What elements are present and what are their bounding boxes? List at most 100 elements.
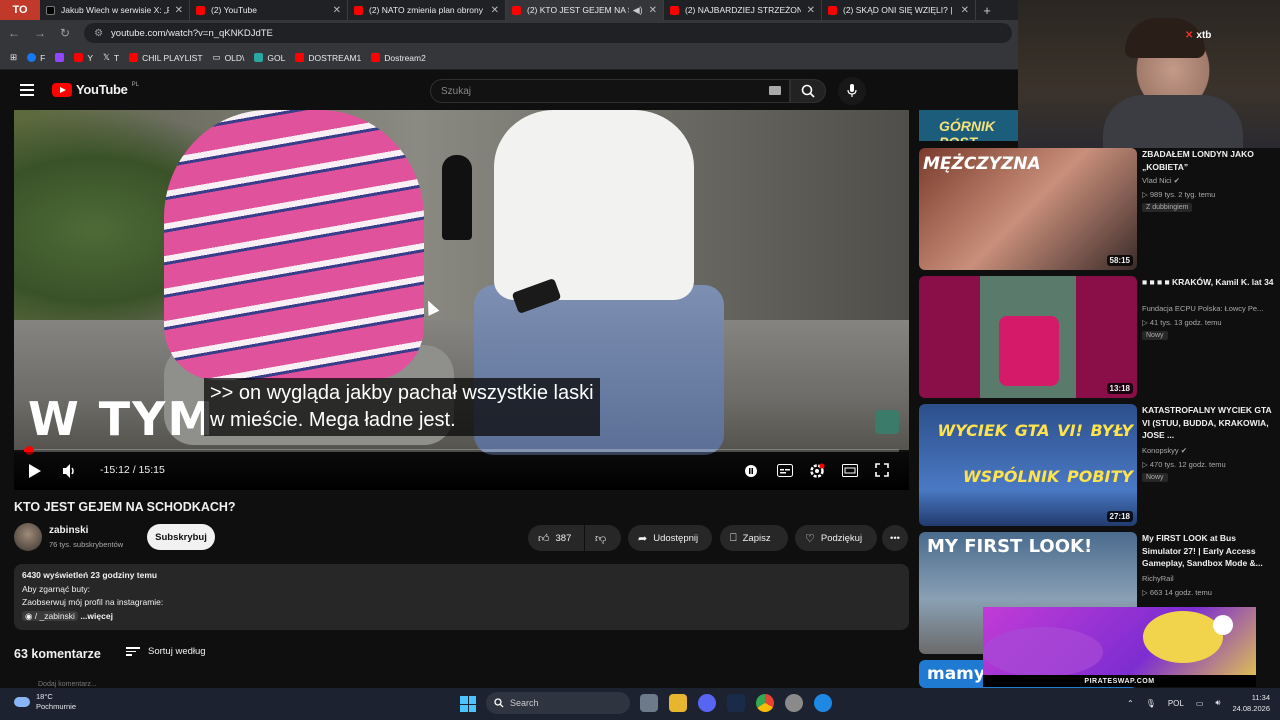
browser-tab[interactable]: (2) NATO zmienia plan obrony ✕ — [348, 0, 506, 20]
taskbar-search[interactable]: Search — [486, 692, 630, 714]
share-button[interactable]: ➦ Udostępnij — [628, 525, 712, 551]
close-tab-icon[interactable]: ✕ — [649, 5, 657, 16]
close-tab-icon[interactable]: ✕ — [807, 5, 815, 16]
autoplay-toggle-icon[interactable] — [744, 464, 758, 478]
browser-tab[interactable]: (2) YouTube ✕ — [190, 0, 348, 20]
browser-tab[interactable]: Jakub Wiech w serwisie X: „Prz ✕ — [40, 0, 190, 20]
bookmark-gol[interactable]: GOL — [254, 53, 285, 63]
reload-icon[interactable]: ↻ — [60, 26, 70, 40]
bookmark-chil-playlist[interactable]: CHIL PLAYLIST — [129, 53, 203, 63]
file-explorer-icon[interactable] — [669, 694, 687, 712]
video-player[interactable]: W TYM >> on wygląda jakby pachał wszystk… — [14, 110, 909, 490]
channel-avatar[interactable] — [14, 523, 42, 551]
search-input[interactable]: Szukaj — [430, 79, 790, 103]
add-comment-input[interactable]: Dodaj komentarz... — [38, 681, 97, 688]
sort-comments-button[interactable]: Sortuj według — [126, 646, 206, 657]
x-icon: 𝕏 — [103, 52, 110, 62]
bookmark-facebook[interactable]: F — [27, 53, 45, 63]
weather-widget[interactable]: 18°C Pochmurnie — [14, 692, 76, 712]
bookmark-dostream2[interactable]: Dostream2 — [371, 53, 426, 63]
subscribe-button[interactable]: Subskrybuj — [147, 524, 215, 550]
browser-tab[interactable]: (2) NAJBARDZIEJ STRZEŻONY ✕ — [664, 0, 822, 20]
youtube-logo[interactable]: YouTube PL — [52, 82, 139, 97]
search-icon — [801, 84, 815, 98]
recommendation-item[interactable]: 13:18 ■ ■ ■ ■ KRAKÓW, Kamil K. lat 34 Fu… — [919, 276, 1280, 400]
save-button[interactable]: ⎕ Zapisz — [720, 525, 788, 551]
time-display: -15:12 / 15:15 — [100, 464, 165, 476]
spark-app-icon[interactable] — [727, 694, 745, 712]
chrome-icon[interactable] — [756, 694, 774, 712]
hamburger-menu-icon[interactable] — [20, 84, 34, 96]
recommendation-item[interactable]: MĘŻCZYZNA 58:15 ZBADAŁEM LONDYN JAKO „KO… — [919, 148, 1280, 272]
back-icon[interactable]: ← — [8, 26, 20, 40]
youtube-icon — [828, 5, 837, 15]
like-button[interactable]: 👍︎ 387 — [528, 525, 584, 551]
close-tab-icon[interactable]: ✕ — [333, 5, 341, 16]
bookmark-old[interactable]: ▭ OLD\ — [213, 52, 245, 63]
bookmark-twitch[interactable] — [55, 53, 65, 62]
show-more-link[interactable]: ...więcej — [80, 611, 113, 621]
address-bar: ← → ↻ ⚙ youtube.com/watch?v=n_qKNKDJdTE — [0, 20, 1018, 46]
gol-icon — [254, 53, 264, 62]
windows-taskbar: 18°C Pochmurnie Search ⌃ 🎙︎ POL ▭ 🔊︎ 11:… — [0, 688, 1280, 720]
instagram-link[interactable]: ◉ / _zabinski — [22, 610, 78, 621]
clock[interactable]: 11:34 24.08.2026 — [1232, 692, 1270, 714]
bookmark-dostream1[interactable]: DOSTREAM1 — [295, 53, 361, 63]
task-view-icon[interactable] — [640, 694, 658, 712]
bookmark-x[interactable]: 𝕏T — [103, 52, 119, 63]
discord-icon[interactable] — [698, 694, 716, 712]
heart-dollar-icon: ♡ — [805, 532, 815, 545]
apps-icon[interactable]: ⊞ — [10, 52, 17, 63]
recommendation-meta: ▷ 989 tys. 2 tyg. temu — [1142, 190, 1216, 199]
volume-icon[interactable] — [62, 463, 78, 479]
microphone-prop — [442, 155, 472, 240]
url-field[interactable]: ⚙ youtube.com/watch?v=n_qKNKDJdTE — [84, 23, 1012, 43]
miniplayer-icon[interactable] — [842, 464, 858, 477]
recommendation-meta: ▷ 41 tys. 13 godz. temu — [1142, 318, 1222, 327]
dubbed-badge: Z dubbingiem — [1142, 203, 1193, 212]
steam-icon[interactable] — [814, 694, 832, 712]
more-actions-button[interactable]: ••• — [882, 525, 908, 551]
recommendation-title: ZBADAŁEM LONDYN JAKO „KOBIETA” — [1142, 149, 1254, 172]
video-frame: W TYM >> on wygląda jakby pachał wszystk… — [14, 110, 909, 455]
language-indicator[interactable]: POL — [1168, 699, 1184, 708]
play-icon[interactable] — [28, 463, 42, 479]
app-logo-icon: TO — [0, 0, 40, 20]
recommendation-thumbnail[interactable]: GÓRNIK POST — [919, 110, 1018, 141]
close-tab-icon[interactable]: ✕ — [491, 5, 499, 16]
fullscreen-icon[interactable] — [875, 463, 889, 477]
keyboard-icon[interactable] — [769, 86, 781, 95]
voice-search-button[interactable] — [838, 77, 866, 105]
forward-icon[interactable]: → — [34, 26, 46, 40]
channel-name[interactable]: zabinski — [49, 525, 88, 536]
microphone-icon[interactable]: 🎙︎ — [1146, 699, 1156, 708]
channel-watermark-icon — [875, 410, 899, 434]
mascot-image — [983, 611, 1233, 677]
site-info-icon[interactable]: ⚙ — [94, 28, 103, 39]
subtitles-icon[interactable] — [777, 464, 793, 477]
browser-tab-active[interactable]: (2) KTO JEST GEJEM NA SCH ◀) ✕ — [506, 0, 664, 20]
browser-tab[interactable]: (2) SKĄD ONI SIĘ WZIĘLI? | K ✕ — [822, 0, 976, 20]
youtube-icon — [670, 5, 679, 15]
settings-gear-icon[interactable] — [809, 463, 825, 479]
recommendation-item[interactable]: WYCIEK GTA VI! BYŁY WSPÓLNIK POBITY 27:1… — [919, 404, 1280, 528]
chevron-up-icon[interactable]: ⌃ — [1127, 699, 1134, 708]
dislike-button[interactable]: 👎︎ — [585, 525, 621, 551]
thanks-button[interactable]: ♡ Podziękuj — [795, 525, 877, 551]
recommendation-channel: Vlad Nici ✔ — [1142, 176, 1180, 185]
recommendation-title: My FIRST LOOK at Bus Simulator 27! | Ear… — [1142, 533, 1263, 568]
video-description[interactable]: 6430 wyświetleń 23 godziny temu Aby zgar… — [14, 564, 909, 630]
windows-start-icon[interactable] — [460, 696, 476, 712]
video-duration: 58:15 — [1106, 255, 1133, 266]
close-tab-icon[interactable]: ✕ — [961, 5, 969, 16]
bookmark-youtube[interactable]: Y — [74, 53, 93, 63]
network-icon[interactable]: ▭ — [1196, 699, 1204, 708]
volume-icon[interactable]: 🔊︎ — [1215, 698, 1220, 708]
search-button[interactable] — [790, 79, 826, 103]
obs-icon[interactable] — [785, 694, 803, 712]
speaker-icon[interactable]: ◀) — [633, 5, 643, 16]
new-tab-icon[interactable]: + — [976, 0, 998, 20]
close-tab-icon[interactable]: ✕ — [175, 5, 183, 16]
bookmark-icon: ⎕ — [730, 531, 737, 544]
sponsor-ad-overlay: PIRATESWAP.COM — [983, 607, 1256, 687]
